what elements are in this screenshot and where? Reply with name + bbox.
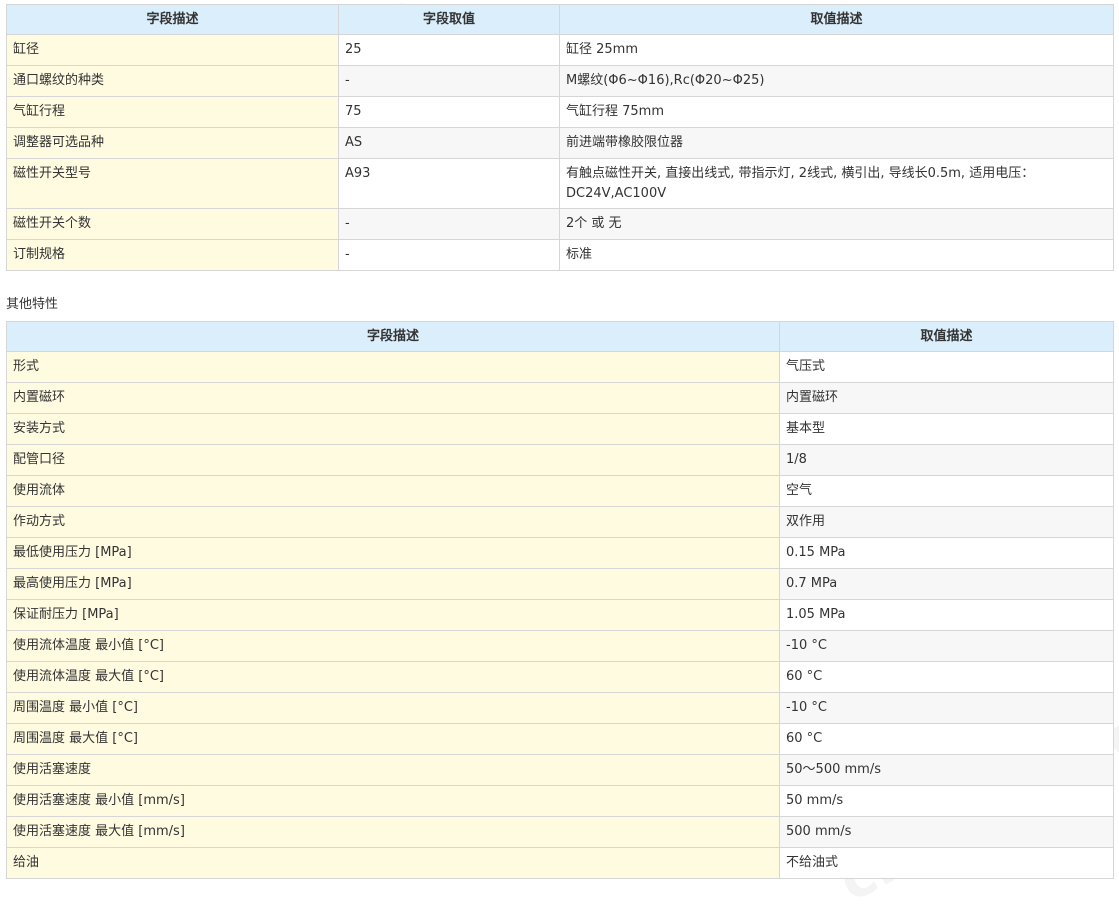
table-row: 使用流体温度 最大值 [°C] 60 °C xyxy=(6,661,1114,693)
field-value-cell: 空气 xyxy=(779,475,1114,507)
field-name-cell: 通口螺纹的种类 xyxy=(6,65,339,97)
table-row: 最低使用压力 [MPa] 0.15 MPa xyxy=(6,537,1114,569)
field-name-cell: 使用流体温度 最大值 [°C] xyxy=(6,661,780,693)
field-value-cell: 50 mm/s xyxy=(779,785,1114,817)
field-name-cell: 调整器可选品种 xyxy=(6,127,339,159)
field-value-cell: 50～500 mm/s xyxy=(779,754,1114,786)
field-name-cell: 使用流体 xyxy=(6,475,780,507)
table-header-row: 字段描述 字段取值 取值描述 xyxy=(6,4,1114,35)
column-header: 字段取值 xyxy=(338,4,560,35)
field-value-cell: 0.15 MPa xyxy=(779,537,1114,569)
field-name-cell: 最低使用压力 [MPa] xyxy=(6,537,780,569)
field-name-cell: 内置磁环 xyxy=(6,382,780,414)
field-value-cell: 前进端带橡胶限位器 xyxy=(559,127,1114,159)
field-name-cell: 安装方式 xyxy=(6,413,780,445)
table-row: 安装方式 基本型 xyxy=(6,413,1114,445)
field-name-cell: 气缸行程 xyxy=(6,96,339,128)
column-header: 取值描述 xyxy=(559,4,1114,35)
table-row: 气缸行程 75 气缸行程 75mm xyxy=(6,96,1114,128)
field-value-cell: - xyxy=(338,239,560,271)
field-name-cell: 磁性开关型号 xyxy=(6,158,339,209)
field-value-cell: - xyxy=(338,208,560,240)
table-row: 调整器可选品种 AS 前进端带橡胶限位器 xyxy=(6,127,1114,159)
field-value-cell: 1/8 xyxy=(779,444,1114,476)
field-name-cell: 订制规格 xyxy=(6,239,339,271)
field-name-cell: 保证耐压力 [MPa] xyxy=(6,599,780,631)
table-row: 缸径 25 缸径 25mm xyxy=(6,34,1114,66)
field-value-cell: 75 xyxy=(338,96,560,128)
field-value-cell: 基本型 xyxy=(779,413,1114,445)
field-name-cell: 使用活塞速度 最小值 [mm/s] xyxy=(6,785,780,817)
table-row: 订制规格 - 标准 xyxy=(6,239,1114,271)
field-value-cell: 不给油式 xyxy=(779,847,1114,879)
column-header: 字段描述 xyxy=(6,321,780,352)
table-row: 配管口径 1/8 xyxy=(6,444,1114,476)
table-row: 内置磁环 内置磁环 xyxy=(6,382,1114,414)
field-value-cell: 25 xyxy=(338,34,560,66)
field-value-cell: 60 °C xyxy=(779,723,1114,755)
spec-table: 字段描述 字段取值 取值描述 缸径 25 缸径 25mm 通口螺纹的种类 - M螺纹(Φ6… xyxy=(6,4,1114,271)
column-header: 字段描述 xyxy=(6,4,339,35)
table-row: 通口螺纹的种类 - M螺纹(Φ6~Φ16),Rc(Φ20~Φ25) xyxy=(6,65,1114,97)
field-name-cell: 作动方式 xyxy=(6,506,780,538)
field-name-cell: 使用活塞速度 最大值 [mm/s] xyxy=(6,816,780,848)
table-row: 周围温度 最大值 [°C] 60 °C xyxy=(6,723,1114,755)
field-value-cell: 缸径 25mm xyxy=(559,34,1114,66)
field-value-cell: 气缸行程 75mm xyxy=(559,96,1114,128)
table-row: 磁性开关个数 -2个 或 无 xyxy=(6,208,1114,240)
table-row: 使用流体 空气 xyxy=(6,475,1114,507)
column-header: 取值描述 xyxy=(779,321,1114,352)
field-value-cell: 2个 或 无 xyxy=(559,208,1114,240)
field-name-cell: 使用流体温度 最小值 [°C] xyxy=(6,630,780,662)
field-value-cell: M螺纹(Φ6~Φ16),Rc(Φ20~Φ25) xyxy=(559,65,1114,97)
field-name-cell: 配管口径 xyxy=(6,444,780,476)
other-features-table: 字段描述 取值描述 形式 气压式 内置磁环 内置磁环 安装方式 基本型 配管口径 1/8 使用流… xyxy=(6,321,1114,879)
field-value-cell: -10 °C xyxy=(779,630,1114,662)
field-value-cell: -10 °C xyxy=(779,692,1114,724)
field-value-cell: 标准 xyxy=(559,239,1114,271)
field-value-cell: A93 xyxy=(338,158,560,209)
table-row: 最高使用压力 [MPa] 0.7 MPa xyxy=(6,568,1114,600)
field-name-cell: 给油 xyxy=(6,847,780,879)
field-value-cell: 60 °C xyxy=(779,661,1114,693)
table-row: 形式 气压式 xyxy=(6,351,1114,383)
field-value-cell: 0.7 MPa xyxy=(779,568,1114,600)
field-name-cell: 周围温度 最小值 [°C] xyxy=(6,692,780,724)
field-name-cell: 周围温度 最大值 [°C] xyxy=(6,723,780,755)
section-label: 其他特性 xyxy=(6,297,59,312)
field-name-cell: 使用活塞速度 xyxy=(6,754,780,786)
field-value-cell: 有触点磁性开关, 直接出线式, 带指示灯, 2线式, 横引出, 导线长0.5m,… xyxy=(559,158,1114,209)
field-value-cell: 双作用 xyxy=(779,506,1114,538)
table-row: 使用活塞速度 最小值 [mm/s] 50 mm/s xyxy=(6,785,1114,817)
field-name-cell: 缸径 xyxy=(6,34,339,66)
field-value-cell: 内置磁环 xyxy=(779,382,1114,414)
field-value-cell: - xyxy=(338,65,560,97)
table-row: 使用活塞速度 50～500 mm/s xyxy=(6,754,1114,786)
table-row: 保证耐压力 [MPa] 1.05 MPa xyxy=(6,599,1114,631)
table-row: 使用活塞速度 最大值 [mm/s] 500 mm/s xyxy=(6,816,1114,848)
table-row: 给油 不给油式 xyxy=(6,847,1114,879)
table-row: 周围温度 最小值 [°C] -10 °C xyxy=(6,692,1114,724)
table-row: 磁性开关型号 A93 有触点磁性开关, 直接出线式, 带指示灯, 2线式, 横引出,… xyxy=(6,158,1114,209)
field-value-cell: 500 mm/s xyxy=(779,816,1114,848)
field-value-cell: AS xyxy=(338,127,560,159)
field-name-cell: 磁性开关个数 xyxy=(6,208,339,240)
table-row: 使用流体温度 最小值 [°C] -10 °C xyxy=(6,630,1114,662)
field-name-cell: 形式 xyxy=(6,351,780,383)
field-value-cell: 1.05 MPa xyxy=(779,599,1114,631)
table-row: 作动方式 双作用 xyxy=(6,506,1114,538)
table-header-row: 字段描述 取值描述 xyxy=(6,321,1114,352)
field-name-cell: 最高使用压力 [MPa] xyxy=(6,568,780,600)
field-value-cell: 气压式 xyxy=(779,351,1114,383)
